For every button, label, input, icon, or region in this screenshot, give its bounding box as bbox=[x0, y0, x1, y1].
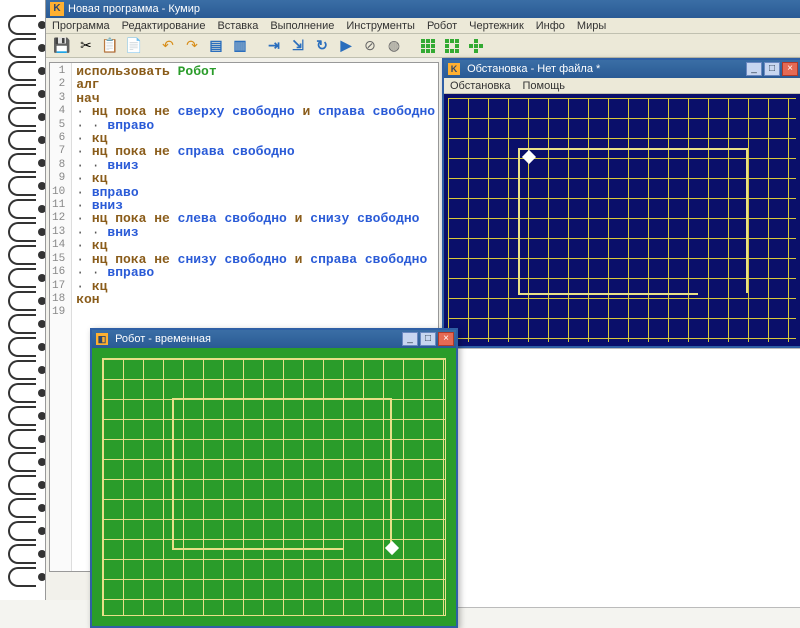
menu-item[interactable]: Робот bbox=[427, 20, 457, 32]
run-loop-icon[interactable]: ↻ bbox=[312, 36, 332, 56]
main-toolbar: 💾✂📋📄 ↶↷▤▥ ⇥⇲↻▶⊘◍ bbox=[46, 34, 800, 58]
env-menu-item[interactable]: Обстановка bbox=[450, 80, 510, 92]
step-icon[interactable]: ⇥ bbox=[264, 36, 284, 56]
env-menu-item[interactable]: Помощь bbox=[522, 80, 565, 92]
app-icon: K bbox=[50, 2, 64, 16]
menu-item[interactable]: Вставка bbox=[217, 20, 258, 32]
workspace: 12345678910111213141516171819 использова… bbox=[46, 58, 800, 600]
output-panel[interactable] bbox=[442, 348, 800, 608]
environment-wall-bottom bbox=[518, 293, 698, 295]
window-title: Новая программа - Кумир bbox=[68, 3, 200, 15]
environment-walls bbox=[518, 148, 748, 293]
cut-icon[interactable]: ✂ bbox=[76, 36, 96, 56]
robot-titlebar[interactable]: ◧ Робот - временная _ □ × bbox=[92, 330, 456, 348]
maximize-button[interactable]: □ bbox=[764, 62, 780, 76]
line-gutter: 12345678910111213141516171819 bbox=[50, 63, 72, 571]
step-into-icon[interactable]: ⇲ bbox=[288, 36, 308, 56]
app-icon: K bbox=[448, 63, 460, 75]
app-icon: ◧ bbox=[96, 333, 108, 345]
environment-title: Обстановка - Нет файла * bbox=[467, 63, 600, 75]
robot-wall-bottom bbox=[172, 548, 344, 550]
titlebar[interactable]: K Новая программа - Кумир bbox=[46, 0, 800, 18]
environment-field[interactable] bbox=[444, 94, 800, 346]
menu-item[interactable]: Чертежник bbox=[469, 20, 524, 32]
menu-item[interactable]: Программа bbox=[52, 20, 110, 32]
environment-titlebar[interactable]: K Обстановка - Нет файла * _ □ × bbox=[444, 60, 800, 78]
menu-item[interactable]: Миры bbox=[577, 20, 606, 32]
menu-item[interactable]: Выполнение bbox=[270, 20, 334, 32]
redo-icon[interactable]: ↷ bbox=[182, 36, 202, 56]
menu-item[interactable]: Редактирование bbox=[122, 20, 206, 32]
paste-icon[interactable]: 📄 bbox=[124, 36, 144, 56]
minimize-button[interactable]: _ bbox=[402, 332, 418, 346]
grid-full-icon[interactable] bbox=[418, 36, 438, 56]
robot-title: Робот - временная bbox=[115, 333, 211, 345]
grid-holed-icon[interactable] bbox=[442, 36, 462, 56]
close-button[interactable]: × bbox=[782, 62, 798, 76]
main-menubar: Программа Редактирование Вставка Выполнение… bbox=[46, 18, 800, 34]
save-icon[interactable]: 💾 bbox=[52, 36, 72, 56]
environment-menubar: Обстановка Помощь bbox=[444, 78, 800, 94]
notebook-spiral bbox=[0, 0, 48, 600]
minimize-button[interactable]: _ bbox=[746, 62, 762, 76]
list1-icon[interactable]: ▤ bbox=[206, 36, 226, 56]
robot-field[interactable] bbox=[92, 348, 456, 626]
close-button[interactable]: × bbox=[438, 332, 454, 346]
globe-icon[interactable]: ◍ bbox=[384, 36, 404, 56]
undo-icon[interactable]: ↶ bbox=[158, 36, 178, 56]
copy-icon[interactable]: 📋 bbox=[100, 36, 120, 56]
menu-item[interactable]: Инструменты bbox=[346, 20, 415, 32]
robot-window[interactable]: ◧ Робот - временная _ □ × bbox=[90, 328, 458, 628]
environment-window[interactable]: K Обстановка - Нет файла * _ □ × Обстано… bbox=[442, 58, 800, 348]
run-icon[interactable]: ▶ bbox=[336, 36, 356, 56]
robot-walls bbox=[172, 398, 392, 548]
grid-plus-icon[interactable] bbox=[466, 36, 486, 56]
stop-icon[interactable]: ⊘ bbox=[360, 36, 380, 56]
kumir-app-window: K Новая программа - Кумир Программа Редак… bbox=[45, 0, 800, 600]
list2-icon[interactable]: ▥ bbox=[230, 36, 250, 56]
menu-item[interactable]: Инфо bbox=[536, 20, 565, 32]
maximize-button[interactable]: □ bbox=[420, 332, 436, 346]
